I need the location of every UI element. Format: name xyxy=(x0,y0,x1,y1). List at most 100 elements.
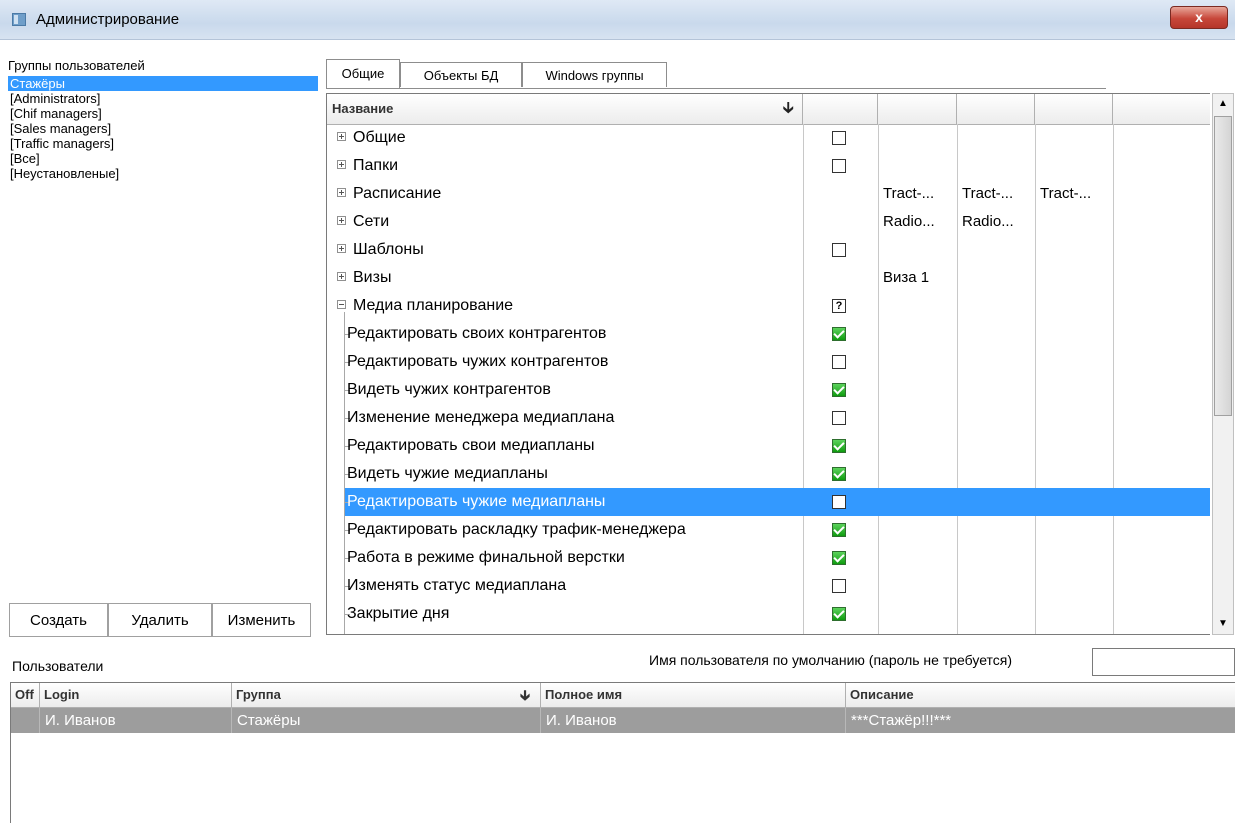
permission-row[interactable]: Визы Виза 1 xyxy=(327,264,1210,292)
permission-value-cell[interactable]: Tract-... xyxy=(957,180,1040,208)
group-list-item[interactable]: [Administrators] xyxy=(8,91,318,106)
tab-general[interactable]: Общие xyxy=(326,59,400,88)
permission-label: Видеть чужих контрагентов xyxy=(347,381,551,398)
permission-row[interactable]: Видеть чужих контрагентов xyxy=(327,376,1210,404)
column-header-1[interactable] xyxy=(878,94,957,124)
permission-row[interactable]: Редактировать чужих контрагентов xyxy=(327,348,1210,376)
permission-checkbox[interactable] xyxy=(832,439,846,453)
create-button[interactable]: Создать xyxy=(9,603,108,637)
permission-row[interactable]: Сети Radio... Radio... xyxy=(327,208,1210,236)
close-button[interactable]: x xyxy=(1170,6,1228,29)
users-label: Пользователи xyxy=(12,658,104,674)
column-header-4[interactable] xyxy=(1113,94,1210,124)
permission-row[interactable]: Общие xyxy=(327,124,1210,152)
permission-row[interactable]: Закрытие дня xyxy=(327,600,1210,628)
permission-checkbox[interactable] xyxy=(832,523,846,537)
permission-value-cell[interactable]: Tract-... xyxy=(878,180,962,208)
permission-checkbox[interactable] xyxy=(832,607,846,621)
group-buttons: Создать Удалить Изменить xyxy=(9,603,321,639)
user-off-cell[interactable] xyxy=(11,708,40,733)
permission-row[interactable]: Редактировать чужие медиапланы xyxy=(327,488,1210,516)
permission-row[interactable]: Редактировать своих контрагентов xyxy=(327,320,1210,348)
grid-header: Название 🡳 xyxy=(327,94,1210,125)
user-description-cell[interactable]: ***Стажёр!!!*** xyxy=(846,708,1235,733)
collapse-icon[interactable] xyxy=(337,300,346,309)
permission-checkbox[interactable] xyxy=(832,355,846,369)
column-header-group[interactable]: Группа 🡳 xyxy=(232,683,541,707)
permission-checkbox[interactable] xyxy=(832,243,846,257)
user-group-cell[interactable]: Стажёры xyxy=(232,708,541,733)
column-header-login[interactable]: Login xyxy=(40,683,232,707)
table-row[interactable]: И. Иванов Стажёры И. Иванов ***Стажёр!!!… xyxy=(11,708,1235,733)
default-user-label: Имя пользователя по умолчанию (пароль не… xyxy=(649,652,1013,668)
user-login-cell[interactable]: И. Иванов xyxy=(40,708,232,733)
permission-value-cell[interactable]: Tract-... xyxy=(1035,180,1118,208)
expand-icon[interactable] xyxy=(337,272,346,281)
scroll-down-arrow-icon[interactable]: ▼ xyxy=(1213,614,1233,634)
group-list-item[interactable]: [Sales managers] xyxy=(8,121,318,136)
permission-checkbox[interactable] xyxy=(832,579,846,593)
permission-label: Шаблоны xyxy=(353,241,424,258)
delete-button[interactable]: Удалить xyxy=(108,603,212,637)
edit-button[interactable]: Изменить xyxy=(212,603,311,637)
permission-value-cell[interactable]: Radio... xyxy=(957,208,1040,236)
permission-value-cell[interactable]: Виза 1 xyxy=(878,264,962,292)
expand-icon[interactable] xyxy=(337,216,346,225)
expand-icon[interactable] xyxy=(337,132,346,141)
permission-row[interactable]: Работа в режиме финальной верстки xyxy=(327,544,1210,572)
column-header-off[interactable]: Off xyxy=(11,683,40,707)
permission-checkbox[interactable]: ? xyxy=(832,299,846,313)
permissions-grid[interactable]: Название 🡳 Общие Папки Расписание Tract-...… xyxy=(326,93,1210,635)
tab-db-objects[interactable]: Объекты БД xyxy=(400,62,522,87)
permission-row[interactable]: Видеть чужие медиапланы xyxy=(327,460,1210,488)
column-header-fullname[interactable]: Полное имя xyxy=(541,683,846,707)
column-header-2[interactable] xyxy=(957,94,1035,124)
permission-row[interactable]: Папки xyxy=(327,152,1210,180)
column-header-name[interactable]: Название 🡳 xyxy=(327,94,803,124)
grid-vertical-scrollbar[interactable]: ▲ ▼ xyxy=(1212,93,1234,635)
scroll-thumb[interactable] xyxy=(1214,116,1232,416)
default-user-input[interactable] xyxy=(1092,648,1235,676)
permission-row[interactable]: Медиа планирование? xyxy=(327,292,1210,320)
user-fullname-cell[interactable]: И. Иванов xyxy=(541,708,846,733)
expand-icon[interactable] xyxy=(337,160,346,169)
expand-icon[interactable] xyxy=(337,244,346,253)
sort-down-arrow-icon: 🡳 xyxy=(782,100,795,117)
group-list-item[interactable]: [Неустановленые] xyxy=(8,166,318,181)
permission-label: Редактировать чужие медиапланы xyxy=(347,493,606,510)
permission-checkbox[interactable] xyxy=(832,467,846,481)
permission-checkbox[interactable] xyxy=(832,383,846,397)
group-list-item[interactable]: [Chif managers] xyxy=(8,106,318,121)
permission-label: Папки xyxy=(353,157,398,174)
permission-checkbox[interactable] xyxy=(832,327,846,341)
permission-checkbox[interactable] xyxy=(832,159,846,173)
permission-value-cell[interactable]: Radio... xyxy=(878,208,962,236)
permission-label: Общие xyxy=(353,129,406,146)
permission-row[interactable]: Изменять статус медиаплана xyxy=(327,572,1210,600)
permission-name: Папки xyxy=(337,152,398,180)
column-header-check[interactable] xyxy=(803,94,878,124)
scroll-up-arrow-icon[interactable]: ▲ xyxy=(1213,94,1233,114)
permission-row[interactable]: Редактировать раскладку трафик-менеджера xyxy=(327,516,1210,544)
group-list-item[interactable]: Стажёры xyxy=(8,76,318,91)
expand-icon[interactable] xyxy=(337,188,346,197)
group-list-item[interactable]: [Traffic managers] xyxy=(8,136,318,151)
permission-checkbox[interactable] xyxy=(832,411,846,425)
tab-windows-groups[interactable]: Windows группы xyxy=(522,62,667,87)
column-header-description[interactable]: Описание xyxy=(846,683,1235,707)
permission-checkbox[interactable] xyxy=(832,131,846,145)
permission-row[interactable]: Шаблоны xyxy=(327,236,1210,264)
permission-name: Работа в режиме финальной верстки xyxy=(347,544,625,572)
tab-divider xyxy=(326,88,1106,89)
permission-row[interactable]: Изменение менеджера медиаплана xyxy=(327,404,1210,432)
column-header-3[interactable] xyxy=(1035,94,1113,124)
permission-checkbox[interactable] xyxy=(832,495,846,509)
permission-row[interactable]: Расписание Tract-... Tract-... Tract-... xyxy=(327,180,1210,208)
permission-checkbox[interactable] xyxy=(832,551,846,565)
group-list-item[interactable]: [Все] xyxy=(8,151,318,166)
title-bar: Администрирование x xyxy=(0,0,1235,40)
permission-row[interactable]: Редактировать свои медиапланы xyxy=(327,432,1210,460)
groups-list[interactable]: Стажёры [Administrators] [Chif managers] [S… xyxy=(8,76,318,636)
permission-label: Визы xyxy=(353,269,392,286)
users-grid[interactable]: Off Login Группа 🡳 Полное имя Описание И… xyxy=(10,682,1235,823)
